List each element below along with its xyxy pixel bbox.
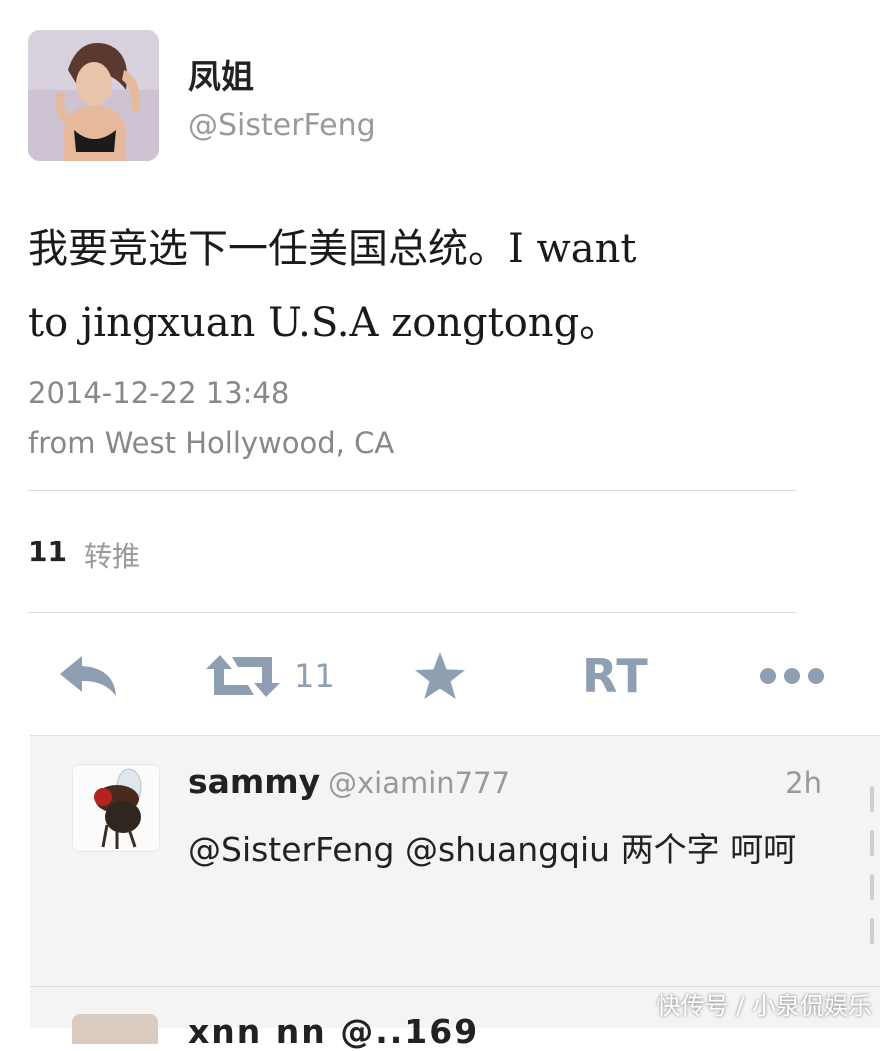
favorite-star-icon <box>415 652 465 699</box>
rt-quote-button[interactable]: RT <box>582 640 649 712</box>
reply-text: @SisterFeng @shuangqiu 两个字 呵呵 <box>188 830 797 869</box>
watermark: 快传号 / 小泉侃娱乐 <box>656 992 872 1020</box>
scroll-indicator <box>870 786 874 976</box>
reply-author-handle[interactable]: @xiamin777 <box>328 766 510 800</box>
more-icon <box>760 668 824 684</box>
reply-avatar[interactable] <box>72 1014 158 1044</box>
favorite-button[interactable] <box>414 640 466 712</box>
display-name[interactable]: 凤姐 <box>188 50 254 98</box>
retweet-count-action: 11 <box>294 657 335 695</box>
reply-icon <box>60 656 116 696</box>
rt-label: RT <box>582 649 649 703</box>
divider <box>28 490 796 491</box>
reply-avatar[interactable] <box>72 764 160 852</box>
reply-author-name[interactable]: xnn nn @..169 <box>188 1012 479 1051</box>
user-avatar[interactable] <box>28 30 159 161</box>
retweet-icon <box>206 655 280 697</box>
retweet-label[interactable]: 转推 <box>84 535 140 575</box>
replies-list: sammy @xiamin777 2h @SisterFeng @shuangq… <box>30 735 880 1051</box>
reply-author-name[interactable]: sammy <box>188 762 320 801</box>
more-button[interactable] <box>758 640 826 712</box>
tweet-timestamp: 2014-12-22 13:48 <box>28 376 290 410</box>
tweet-text-line: to jingxuan U.S.A zongtong。 <box>28 300 620 346</box>
tweet-location[interactable]: from West Hollywood, CA <box>28 426 394 460</box>
tweet-text-line: 我要竞选下一任美国总统。I want <box>28 226 637 272</box>
tweet-text: 我要竞选下一任美国总统。I want to jingxuan U.S.A zon… <box>28 212 818 360</box>
user-handle[interactable]: @SisterFeng <box>188 108 376 143</box>
retweet-button[interactable]: 11 <box>206 640 335 712</box>
tweet-detail: 凤姐 @SisterFeng 我要竞选下一任美国总统。I want to jin… <box>0 0 880 735</box>
reply-button[interactable] <box>58 640 120 712</box>
tweet-action-bar: 11 RT <box>0 640 880 712</box>
divider <box>28 612 796 613</box>
reply-time: 2h <box>785 766 822 800</box>
retweet-count[interactable]: 11 <box>28 535 67 568</box>
